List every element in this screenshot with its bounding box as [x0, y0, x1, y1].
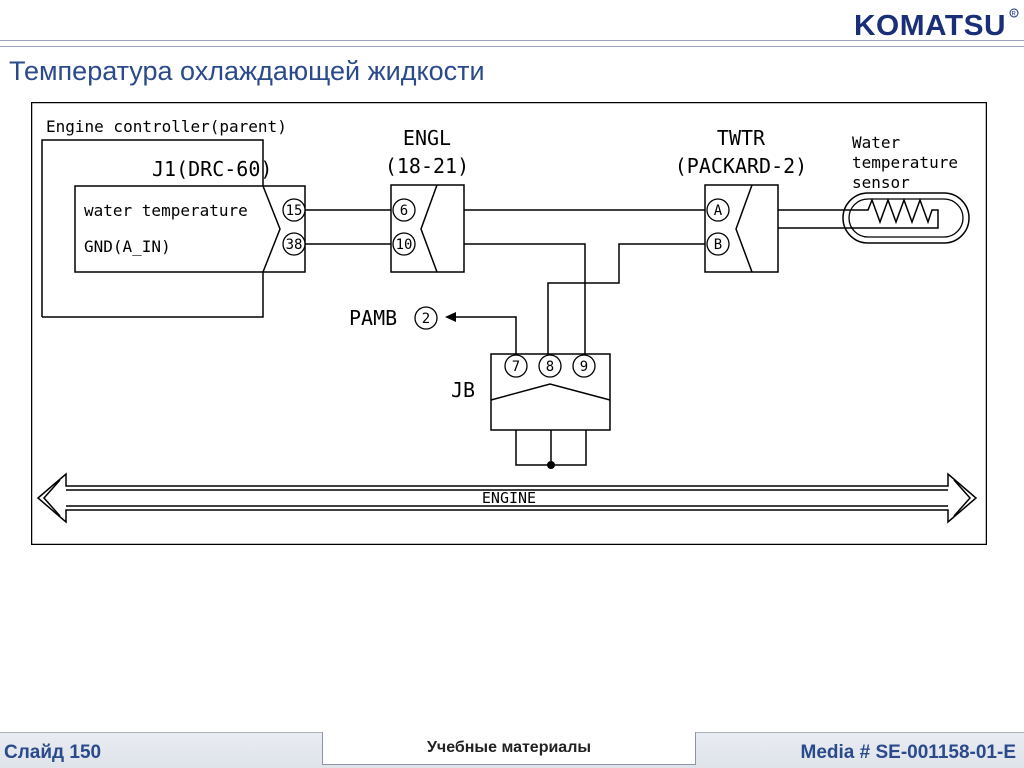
engl-pin-6-label: 6	[400, 203, 408, 219]
jb-label: JB	[451, 378, 475, 402]
twtr-type: (PACKARD-2)	[675, 154, 807, 178]
sensor-label-line2: temperature	[852, 153, 958, 172]
komatsu-logo: KOMATSU R	[854, 8, 1019, 40]
svg-text:R: R	[1012, 12, 1017, 18]
twtr-connector-box	[704, 184, 779, 273]
engl-connector-box	[390, 184, 465, 273]
signal-water-temperature: water temperature	[84, 201, 248, 220]
twtr-pin-b-label: B	[714, 237, 722, 253]
controller-caption: Engine controller(parent)	[46, 117, 287, 136]
slide-title: Температура охлаждающей жидкости	[9, 56, 485, 86]
twtr-pin-a-label: A	[714, 203, 723, 219]
engine-label: ENGINE	[482, 489, 536, 507]
ground-junction-dot	[547, 461, 555, 469]
signal-gnd: GND(A_IN)	[84, 237, 171, 256]
j1-connector-box	[74, 185, 306, 273]
twtr-label: TWTR	[717, 126, 766, 150]
j1-pin-38-label: 38	[286, 237, 303, 253]
engl-pins-range: (18-21)	[385, 154, 469, 178]
jb-pin-9-label: 9	[580, 359, 588, 375]
wiring-diagram: Engine controller(parent) J1(DRC-60) wat…	[31, 102, 987, 545]
jb-pin-8-label: 8	[546, 359, 554, 375]
engl-pin-10-label: 10	[396, 237, 413, 253]
logo-text: KOMATSU	[854, 10, 1006, 40]
j1-connector-label: J1(DRC-60)	[152, 157, 272, 181]
header-divider-bottom	[0, 46, 1024, 47]
j1-pin-15-label: 15	[286, 203, 303, 219]
sensor-label-line3: sensor	[852, 173, 910, 192]
header-divider-top	[0, 40, 1024, 41]
pamb-pin-2-label: 2	[422, 311, 430, 327]
engl-label: ENGL	[403, 126, 451, 150]
slide-number: Слайд 150	[4, 742, 102, 763]
sensor-label-line1: Water	[852, 133, 901, 152]
media-number: Media # SE-001158-01-E	[800, 742, 1016, 763]
jb-pin-7-label: 7	[512, 359, 520, 375]
footer-center-label: Учебные материалы	[322, 732, 696, 765]
pamb-label: PAMB	[349, 306, 397, 330]
